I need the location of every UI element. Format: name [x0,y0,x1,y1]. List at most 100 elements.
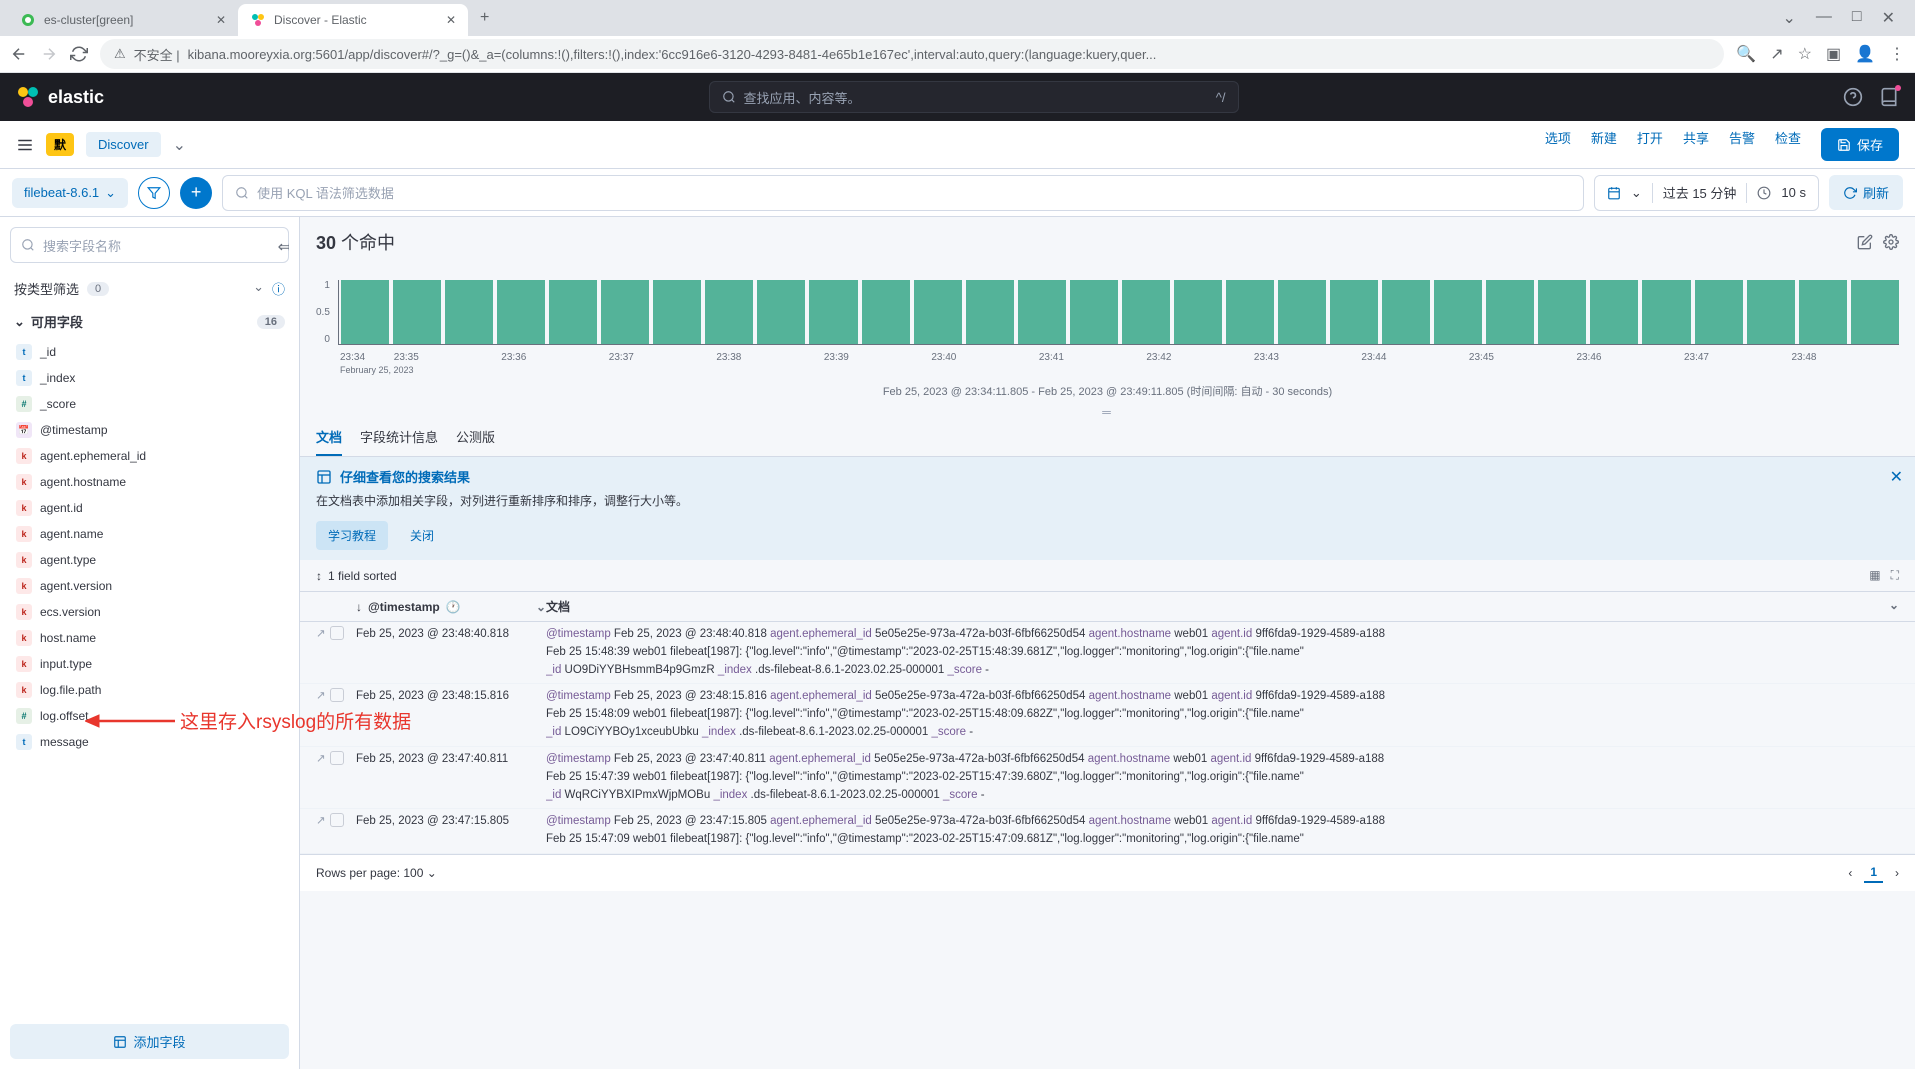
tour-close-button[interactable]: 关闭 [398,521,446,550]
next-page-button[interactable]: › [1895,866,1899,880]
histogram-bar[interactable] [445,280,493,344]
global-search-input[interactable]: 查找应用、内容等。 ^/ [709,81,1239,113]
field-item[interactable]: kagent.name [10,521,289,547]
add-field-button[interactable]: 添加字段 [10,1024,289,1059]
field-item[interactable]: t_id [10,339,289,365]
close-icon[interactable]: ✕ [1890,467,1903,487]
histogram-bar[interactable] [497,280,545,344]
index-pattern-selector[interactable]: filebeat-8.6.1 ⌄ [12,178,128,208]
histogram-bar[interactable] [1122,280,1170,344]
histogram-bar[interactable] [757,280,805,344]
histogram-bar[interactable] [1590,280,1638,344]
histogram-bar[interactable] [1174,280,1222,344]
filter-toggle-button[interactable] [138,177,170,209]
tab-field-stats[interactable]: 字段统计信息 [360,419,438,456]
menu-icon[interactable]: ⋮ [1889,44,1905,64]
profile-icon[interactable]: 👤 [1855,44,1875,64]
gear-icon[interactable] [1883,234,1899,250]
link-inspect[interactable]: 检查 [1775,128,1801,161]
histogram-bar[interactable] [341,280,389,344]
histogram-bar[interactable] [809,280,857,344]
field-search-input[interactable]: 搜索字段名称 [10,227,289,263]
chevron-down-icon[interactable]: ⌄ [1783,8,1796,28]
expand-icon[interactable]: ↗ [316,688,326,706]
row-checkbox[interactable] [330,751,344,765]
histogram-bar[interactable] [1018,280,1066,344]
field-item[interactable]: tmessage [10,729,289,755]
tab-documents[interactable]: 文档 [316,419,342,456]
table-row[interactable]: ↗ Feb 25, 2023 @ 23:47:15.805 @timestamp… [300,809,1915,854]
sort-icon[interactable]: ↕ [316,569,322,583]
space-badge[interactable]: 默 [46,133,74,156]
chevron-down-icon[interactable]: ⌄ [536,600,546,614]
link-alert[interactable]: 告警 [1729,128,1755,161]
link-share[interactable]: 共享 [1683,128,1709,161]
maximize-icon[interactable]: □ [1852,8,1862,28]
field-item[interactable]: kagent.type [10,547,289,573]
field-item[interactable]: kinput.type [10,651,289,677]
row-checkbox[interactable] [330,626,344,640]
field-item[interactable]: #log.offset [10,703,289,729]
chevron-down-icon[interactable]: ⌄ [253,279,264,298]
back-button[interactable] [10,45,28,63]
forward-button[interactable] [40,45,58,63]
filter-by-type[interactable]: 按类型筛选 0 ⌄ ⓘ [10,273,289,304]
minimize-icon[interactable]: — [1816,8,1832,28]
rows-per-page[interactable]: Rows per page: 100 ⌄ [316,866,437,880]
sort-label[interactable]: 1 field sorted [328,569,397,583]
save-button[interactable]: 保存 [1821,128,1899,161]
expand-icon[interactable]: ↗ [316,813,326,831]
time-picker[interactable]: ⌄ 过去 15 分钟 10 s [1594,175,1819,211]
histogram-bar[interactable] [1799,280,1847,344]
histogram-bar[interactable] [1278,280,1326,344]
col-document[interactable]: 文档 ⌄ [546,598,1899,615]
close-icon[interactable]: ✕ [216,13,226,27]
histogram-bar[interactable] [1695,280,1743,344]
resize-handle[interactable]: ═ [300,405,1915,419]
field-item[interactable]: #_score [10,391,289,417]
app-name[interactable]: Discover [86,132,161,157]
field-item[interactable]: kagent.version [10,573,289,599]
chevron-down-icon[interactable]: ⌄ [1889,598,1899,612]
new-tab-button[interactable]: + [468,9,501,27]
prev-page-button[interactable]: ‹ [1848,866,1852,880]
link-new[interactable]: 新建 [1591,128,1617,161]
expand-icon[interactable]: ↗ [316,751,326,769]
chart-edit-icon[interactable] [1857,234,1873,250]
kql-input[interactable]: 使用 KQL 语法筛选数据 [222,175,1584,211]
add-filter-button[interactable]: + [180,177,212,209]
news-icon[interactable] [1879,87,1899,107]
search-icon[interactable]: 🔍 [1736,44,1756,64]
histogram-bar[interactable] [1851,280,1899,344]
star-icon[interactable]: ☆ [1798,44,1812,64]
refresh-button[interactable]: 刷新 [1829,175,1903,210]
histogram-bar[interactable] [1747,280,1795,344]
info-icon[interactable]: ⓘ [272,279,285,298]
histogram-bar[interactable] [1226,280,1274,344]
field-item[interactable]: klog.file.path [10,677,289,703]
grid-icon[interactable]: ▦ [1869,568,1880,583]
histogram-bar[interactable] [549,280,597,344]
field-item[interactable]: kagent.id [10,495,289,521]
url-input[interactable]: ⚠ 不安全 | kibana.mooreyxia.org:5601/app/di… [100,39,1724,69]
field-item[interactable]: t_index [10,365,289,391]
row-checkbox[interactable] [330,813,344,827]
tour-start-button[interactable]: 学习教程 [316,521,388,550]
histogram-bar[interactable] [705,280,753,344]
link-options[interactable]: 选项 [1545,128,1571,161]
browser-tab-2[interactable]: Discover - Elastic ✕ [238,4,468,36]
elastic-logo[interactable]: elastic [16,85,104,109]
field-item[interactable]: khost.name [10,625,289,651]
chevron-down-icon[interactable]: ⌄ [173,135,186,155]
link-open[interactable]: 打开 [1637,128,1663,161]
field-item[interactable]: kagent.hostname [10,469,289,495]
table-row[interactable]: ↗ Feb 25, 2023 @ 23:48:15.816 @timestamp… [300,684,1915,746]
field-item[interactable]: kecs.version [10,599,289,625]
close-window-icon[interactable]: ✕ [1882,8,1895,28]
row-checkbox[interactable] [330,688,344,702]
page-number[interactable]: 1 [1864,863,1883,883]
histogram-bar[interactable] [914,280,962,344]
histogram-bar[interactable] [1070,280,1118,344]
help-icon[interactable] [1843,87,1863,107]
histogram-bar[interactable] [1382,280,1430,344]
